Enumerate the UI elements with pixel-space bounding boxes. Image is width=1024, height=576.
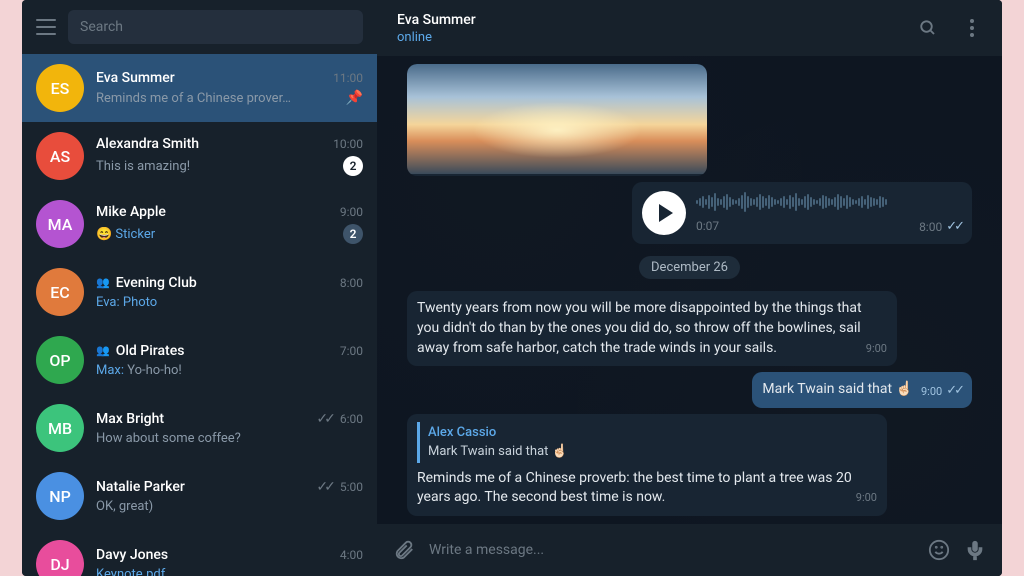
- avatar: DJ: [36, 540, 84, 576]
- app-window: Search ES Eva Summer 11:00 Reminds me of a …: [22, 0, 1002, 576]
- message-time: 8:00: [919, 219, 942, 236]
- read-ticks-icon: ✓✓: [946, 218, 962, 236]
- reply-text: Mark Twain said that ☝🏻: [428, 443, 877, 461]
- compose-input[interactable]: Write a message...: [429, 542, 914, 558]
- chat-preview: How about some coffee?: [96, 431, 363, 446]
- voice-message[interactable]: 0:07 8:00✓✓: [632, 182, 972, 244]
- chat-name: Old Pirates: [116, 343, 185, 359]
- header-actions: [918, 18, 982, 38]
- compose-placeholder: Write a message...: [429, 542, 544, 558]
- voice-duration: 0:07: [696, 218, 719, 236]
- more-icon[interactable]: [962, 18, 982, 38]
- chat-item[interactable]: MB Max Bright ✓✓ 6:00 How about some coffee?: [22, 394, 377, 462]
- chat-name: Natalie Parker: [96, 479, 185, 495]
- chat-preview: Reminds me of a Chinese prover…: [96, 91, 340, 106]
- reply-quote[interactable]: Alex Cassio Mark Twain said that ☝🏻: [417, 422, 877, 462]
- avatar: MB: [36, 404, 84, 452]
- group-icon: 👥: [96, 276, 110, 289]
- chat-item[interactable]: DJ Davy Jones 4:00 Keynote.pdf: [22, 530, 377, 576]
- pin-icon: 📌: [346, 90, 363, 106]
- chat-name: Max Bright: [96, 411, 164, 427]
- chat-time: 4:00: [340, 548, 363, 562]
- read-ticks-icon: ✓✓: [316, 479, 331, 495]
- chat-list: ES Eva Summer 11:00 Reminds me of a Chinese…: [22, 54, 377, 576]
- message-text: Twenty years from now you will be more d…: [417, 300, 862, 355]
- chat-preview: Max: Yo-ho-ho!: [96, 363, 363, 378]
- message-text: Reminds me of a Chinese proverb: the bes…: [417, 470, 852, 506]
- play-button[interactable]: [642, 191, 686, 235]
- header-title: Eva Summer: [397, 12, 476, 28]
- chat-preview: 😄 Sticker: [96, 227, 337, 242]
- chat-time: 5:00: [340, 480, 363, 494]
- unread-badge: 2: [343, 156, 363, 176]
- chat-item[interactable]: ES Eva Summer 11:00 Reminds me of a Chinese…: [22, 54, 377, 122]
- reply-sender: Alex Cassio: [428, 424, 877, 442]
- avatar: ES: [36, 64, 84, 112]
- photo-thumbnail: [407, 64, 707, 174]
- reply-message[interactable]: Alex Cassio Mark Twain said that ☝🏻 Remi…: [407, 414, 887, 516]
- chat-name: Alexandra Smith: [96, 136, 199, 152]
- search-placeholder: Search: [80, 19, 123, 35]
- main-pane: Eva Summer online Nearly missed this sun…: [377, 0, 1002, 576]
- search-icon[interactable]: [918, 18, 938, 38]
- message-time: 9:00: [866, 341, 887, 356]
- read-ticks-icon: ✓✓: [946, 382, 962, 400]
- chat-time: 6:00: [340, 412, 363, 426]
- search-input[interactable]: Search: [68, 10, 363, 44]
- waveform: [696, 190, 962, 214]
- sidebar: Search ES Eva Summer 11:00 Reminds me of a …: [22, 0, 377, 576]
- text-message[interactable]: Twenty years from now you will be more d…: [407, 291, 897, 366]
- chat-time: 11:00: [333, 71, 363, 85]
- message-time: 9:00: [856, 490, 877, 505]
- attach-icon[interactable]: [393, 539, 415, 561]
- mic-icon[interactable]: [964, 539, 986, 561]
- chat-time: 10:00: [333, 137, 363, 151]
- chat-time: 8:00: [340, 276, 363, 290]
- unread-badge: 2: [343, 224, 363, 244]
- message-text: Mark Twain said that ☝🏻: [762, 381, 913, 397]
- chat-header: Eva Summer online: [377, 0, 1002, 56]
- header-status: online: [397, 30, 476, 45]
- chat-preview: This is amazing!: [96, 159, 337, 174]
- chat-name: Mike Apple: [96, 204, 166, 220]
- chat-item[interactable]: OP 👥 Old Pirates 7:00 Max: Yo-ho-ho!: [22, 326, 377, 394]
- message-time: 9:00: [921, 384, 942, 399]
- chat-preview: Eva: Photo: [96, 295, 363, 310]
- composer: Write a message...: [377, 524, 1002, 576]
- chat-preview: Keynote.pdf: [96, 567, 363, 576]
- emoji-icon[interactable]: [928, 539, 950, 561]
- avatar: MA: [36, 200, 84, 248]
- photo-message[interactable]: Nearly missed this sunrise 7:00: [407, 64, 707, 176]
- chat-item[interactable]: AS Alexandra Smith 10:00 This is amazing! 2: [22, 122, 377, 190]
- chat-item[interactable]: EC 👥 Evening Club 8:00 Eva: Photo: [22, 258, 377, 326]
- sidebar-top: Search: [22, 0, 377, 54]
- avatar: AS: [36, 132, 84, 180]
- chat-time: 7:00: [340, 344, 363, 358]
- chat-name: Evening Club: [116, 275, 197, 291]
- play-icon: [659, 204, 673, 222]
- group-icon: 👥: [96, 344, 110, 357]
- avatar: EC: [36, 268, 84, 316]
- avatar: NP: [36, 472, 84, 520]
- header-info[interactable]: Eva Summer online: [397, 12, 476, 45]
- chat-name: Eva Summer: [96, 70, 175, 86]
- chat-item[interactable]: MA Mike Apple 9:00😄 Sticker 2: [22, 190, 377, 258]
- text-message-out[interactable]: Mark Twain said that ☝🏻 9:00 ✓✓: [752, 372, 972, 408]
- chat-preview: OK, great): [96, 499, 363, 514]
- messages: Nearly missed this sunrise 7:00 0:07 8:0…: [377, 56, 1002, 524]
- chat-name: Davy Jones: [96, 547, 168, 563]
- chat-time: 9:00: [340, 205, 363, 219]
- avatar: OP: [36, 336, 84, 384]
- chat-item[interactable]: NP Natalie Parker ✓✓ 5:00 OK, great): [22, 462, 377, 530]
- read-ticks-icon: ✓✓: [316, 411, 331, 427]
- menu-icon[interactable]: [36, 19, 56, 35]
- date-separator: December 26: [639, 256, 740, 279]
